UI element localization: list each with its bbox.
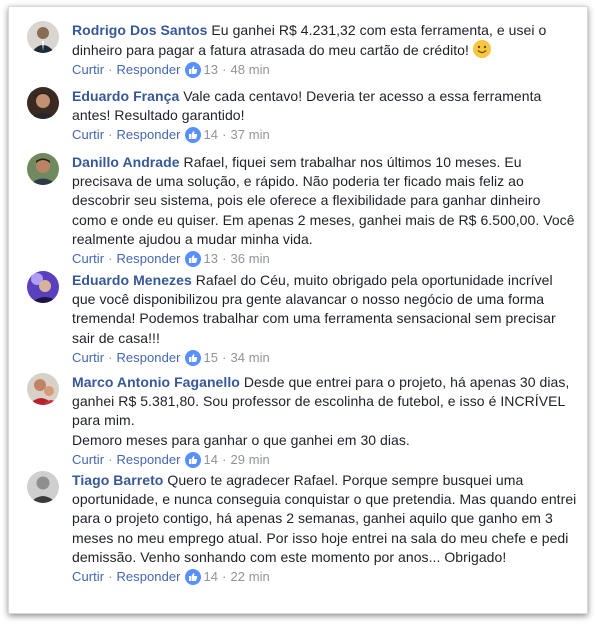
comment-author[interactable]: Eduardo Menezes: [72, 272, 192, 288]
comment-text-line: Demoro meses para ganhar o que ganhei em…: [72, 431, 410, 448]
like-count[interactable]: 14: [204, 451, 219, 469]
reply-button[interactable]: Responder: [116, 568, 180, 586]
comment-actions: Curtir · Responder 14 · 29 min: [72, 451, 270, 469]
avatar[interactable]: [27, 373, 59, 405]
comment-content: Danillo Andrade Rafael, fiquei sem traba…: [72, 153, 577, 249]
thumbs-up-icon[interactable]: [184, 569, 201, 586]
reply-button[interactable]: Responder: [116, 126, 180, 144]
like-count[interactable]: 13: [204, 61, 219, 79]
like-count[interactable]: 13: [204, 250, 219, 268]
comment-timestamp[interactable]: 37 min: [230, 126, 269, 144]
comment-content: Tiago Barreto Quero te agradecer Rafael.…: [72, 471, 577, 567]
comment-content: Eduardo Menezes Rafael do Céu, muito obr…: [72, 271, 577, 348]
avatar[interactable]: [27, 21, 59, 53]
avatar[interactable]: [27, 87, 59, 119]
like-button[interactable]: Curtir: [72, 451, 104, 469]
reply-button[interactable]: Responder: [116, 451, 180, 469]
comment-actions: Curtir · Responder 15 · 34 min: [72, 349, 270, 367]
like-button[interactable]: Curtir: [72, 61, 104, 79]
like-button[interactable]: Curtir: [72, 126, 104, 144]
thumbs-up-icon[interactable]: [184, 62, 201, 79]
thumbs-up-icon[interactable]: [184, 251, 201, 268]
smiley-emoji: [472, 40, 491, 59]
like-button[interactable]: Curtir: [72, 349, 104, 367]
comment-author[interactable]: Tiago Barreto: [72, 472, 163, 488]
comment-actions: Curtir · Responder 13 · 36 min: [72, 250, 270, 268]
comment-content: Eduardo França Vale cada centavo! Deveri…: [72, 87, 577, 125]
avatar[interactable]: [27, 153, 59, 185]
avatar[interactable]: [27, 471, 59, 503]
comment-timestamp[interactable]: 22 min: [230, 568, 269, 586]
like-count[interactable]: 14: [204, 126, 219, 144]
comment-timestamp[interactable]: 48 min: [230, 61, 269, 79]
comments-panel: Rodrigo Dos Santos Eu ganhei R$ 4.231,32…: [8, 6, 588, 614]
comment-actions: Curtir · Responder 14 · 22 min: [72, 568, 270, 586]
comment-content: Rodrigo Dos Santos Eu ganhei R$ 4.231,32…: [72, 21, 577, 60]
comment-timestamp[interactable]: 36 min: [230, 250, 269, 268]
reply-button[interactable]: Responder: [116, 250, 180, 268]
comment-author[interactable]: Danillo Andrade: [72, 154, 180, 170]
comment-author[interactable]: Rodrigo Dos Santos: [72, 22, 207, 38]
avatar[interactable]: [27, 271, 59, 303]
thumbs-up-icon[interactable]: [184, 127, 201, 144]
thumbs-up-icon[interactable]: [184, 451, 201, 468]
reply-button[interactable]: Responder: [116, 349, 180, 367]
comment-actions: Curtir · Responder 13 · 48 min: [72, 61, 270, 79]
like-button[interactable]: Curtir: [72, 250, 104, 268]
comment-actions: Curtir · Responder 14 · 37 min: [72, 126, 270, 144]
like-count[interactable]: 14: [204, 568, 219, 586]
reply-button[interactable]: Responder: [116, 61, 180, 79]
comment-timestamp[interactable]: 29 min: [230, 451, 269, 469]
comment-timestamp[interactable]: 34 min: [230, 349, 269, 367]
like-count[interactable]: 15: [204, 349, 219, 367]
like-button[interactable]: Curtir: [72, 568, 104, 586]
comment-author[interactable]: Eduardo França: [72, 88, 179, 104]
comment-content: Marco Antonio Faganello Desde que entrei…: [72, 373, 577, 431]
comment-author[interactable]: Marco Antonio Faganello: [72, 374, 240, 390]
thumbs-up-icon[interactable]: [184, 349, 201, 366]
